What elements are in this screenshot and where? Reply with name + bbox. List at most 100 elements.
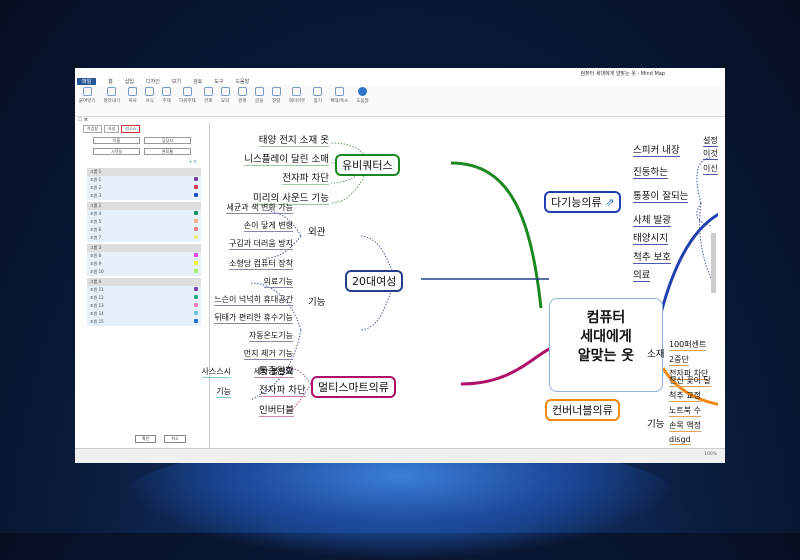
leaf-topic[interactable]: 태양 전지 소재 옷	[258, 132, 329, 147]
topic-ubiquitous[interactable]: 유비쿼터스	[335, 154, 400, 176]
resource-name: 조원 4	[90, 211, 102, 216]
ok-button[interactable]: 확인	[135, 435, 157, 443]
leaf-topic[interactable]: 100퍼센트	[669, 339, 707, 351]
tab-file[interactable]: 파일	[77, 78, 97, 85]
leaf-topic[interactable]: 사스스시	[201, 366, 231, 378]
ribbon-button[interactable]: 확대/축소	[330, 87, 348, 114]
leaf-topic[interactable]: 의료기능	[263, 276, 293, 288]
resource-row[interactable]: 조원 1	[87, 176, 201, 184]
topic-multifunction[interactable]: 다기능의류 ⇗	[544, 191, 622, 213]
ribbon-button[interactable]: 붙여넣기	[79, 87, 96, 114]
leaf-topic[interactable]: 자동온도기능	[248, 330, 293, 342]
leaf-topic[interactable]: 통증완화	[259, 363, 294, 378]
field-owner[interactable]: 담당자	[144, 137, 191, 144]
tab-design[interactable]: 디자인	[146, 78, 160, 85]
leaf-topic[interactable]: 인버터블	[259, 402, 294, 417]
resource-row[interactable]: 조원 10	[87, 268, 201, 276]
leaf-topic[interactable]: 설정	[703, 135, 718, 147]
leaf-topic[interactable]: disgd	[669, 435, 691, 445]
ribbon-button[interactable]: 글꼴	[254, 87, 264, 114]
subtopic-conv-function[interactable]: 기능	[647, 416, 664, 430]
resource-group-header[interactable]: 그룹 1	[87, 168, 201, 176]
mindmap-canvas[interactable]: 유비쿼터스 태양 전지 소재 옷 니스플레이 달린 소매 전자파 차단 미리의 사운드…	[201, 118, 718, 462]
leaf-topic[interactable]: 척추 보호	[633, 249, 671, 264]
leaf-topic[interactable]: 전자파 차단	[259, 382, 306, 397]
ribbon-button[interactable]: 찾기	[313, 87, 323, 114]
ribbon-button[interactable]: 도움말	[356, 87, 369, 114]
subtopic-material[interactable]: 소재	[647, 346, 664, 360]
leaf-topic[interactable]: 소형당 컴퓨터 장착	[229, 258, 293, 270]
resource-row[interactable]: 조원 6	[87, 226, 201, 234]
leaf-topic[interactable]: 태양시지	[633, 230, 668, 245]
resource-row[interactable]: 조원 7	[87, 234, 201, 242]
leaf-topic[interactable]: 세균과 색 변화 가능	[226, 202, 293, 214]
ribbon-button[interactable]: 서식	[145, 87, 155, 114]
resource-row[interactable]: 조원 11	[87, 286, 201, 294]
leaf-topic[interactable]: 기능	[216, 386, 231, 398]
resource-row[interactable]: 조원 5	[87, 218, 201, 226]
resource-row[interactable]: 조원 9	[87, 260, 201, 268]
tab-tools[interactable]: 도구	[214, 78, 223, 85]
leaf-topic[interactable]: 느슨이 넉넉히 휴대공간	[214, 294, 293, 306]
leaf-topic[interactable]: 전신 꽃이 달	[669, 375, 711, 387]
resource-group-header[interactable]: 그룹 3	[87, 244, 201, 252]
resource-row[interactable]: 조원 3	[87, 192, 201, 200]
field-name[interactable]: 이름	[93, 137, 140, 144]
ribbon-button[interactable]: 경계	[237, 87, 247, 114]
ribbon-button[interactable]: 요약	[220, 87, 230, 114]
panel-tab-resource[interactable]: 리소스	[121, 125, 141, 133]
panel-tab-props[interactable]: 속성	[104, 125, 120, 133]
leaf-topic[interactable]: 스피커 내장	[633, 142, 680, 157]
ribbon-button[interactable]: 정렬	[271, 87, 281, 114]
leaf-topic[interactable]: 손이 닿게 변형	[243, 220, 293, 232]
tab-review[interactable]: 검토	[193, 78, 202, 85]
leaf-topic[interactable]: 손목 액정	[669, 420, 701, 432]
leaf-topic[interactable]: 뒤태가 편리한 휴수기능	[214, 312, 293, 324]
topic-women20[interactable]: 20대여성	[345, 270, 404, 292]
subtopic-exterior[interactable]: 외관	[308, 224, 325, 238]
link-icon: ⇗	[605, 196, 615, 209]
ribbon-button[interactable]: 주제	[162, 87, 172, 114]
field-progress[interactable]: 완료율	[144, 148, 191, 155]
tab-insert[interactable]: 삽입	[125, 78, 134, 85]
resource-row[interactable]: 조원 15	[87, 318, 201, 326]
resource-row[interactable]: 조원 12	[87, 294, 201, 302]
leaf-topic[interactable]: 의료	[633, 267, 651, 282]
leaf-topic[interactable]: 2중단	[669, 354, 689, 366]
cancel-button[interactable]: 취소	[164, 435, 186, 443]
leaf-topic[interactable]: 이것	[703, 148, 718, 160]
leaf-topic[interactable]: 통풍이 잘되는	[633, 188, 689, 203]
resource-row[interactable]: 조원 8	[87, 252, 201, 260]
topic-multismart[interactable]: 멀티스마트의류	[311, 376, 396, 398]
tab-view[interactable]: 보기	[172, 78, 181, 85]
field-start[interactable]: 시작일	[93, 148, 140, 155]
resource-row[interactable]: 조원 4	[87, 210, 201, 218]
tab-home[interactable]: 홈	[108, 78, 113, 85]
add-resource-button[interactable]: + ✎	[75, 157, 209, 166]
resource-group-header[interactable]: 그룹 2	[87, 202, 201, 210]
leaf-topic[interactable]: 척추 교정	[669, 390, 701, 402]
resource-row[interactable]: 조원 2	[87, 184, 201, 192]
leaf-topic[interactable]: 노트북 수	[669, 405, 701, 417]
leaf-topic[interactable]: 사체 발광	[633, 212, 671, 227]
resource-group-header[interactable]: 그룹 4	[87, 278, 201, 286]
subtopic-function[interactable]: 기능	[308, 294, 325, 308]
ribbon-button[interactable]: 복사	[128, 87, 138, 114]
resource-row[interactable]: 조원 13	[87, 302, 201, 310]
resource-row[interactable]: 조원 14	[87, 310, 201, 318]
leaf-topic[interactable]: 진동하는	[633, 164, 668, 179]
leaf-topic[interactable]: 전자파 차단	[282, 170, 329, 185]
panel-tab-task[interactable]: 작업창	[83, 125, 103, 133]
leaf-topic[interactable]: 구김과 더러움 방지	[229, 238, 293, 250]
ribbon-button[interactable]: 관계	[203, 87, 213, 114]
tab-help[interactable]: 도움말	[235, 78, 249, 85]
topic-convertible[interactable]: 컨버너블의류	[545, 399, 620, 421]
ribbon-button[interactable]: 하위주제	[179, 87, 196, 114]
leaf-topic[interactable]: 니스플레이 달린 소매	[244, 151, 329, 166]
ribbon-button[interactable]: 레이아웃	[289, 87, 305, 114]
vertical-scrollbar[interactable]	[711, 233, 716, 293]
leaf-topic[interactable]: 먼지 제거 기능	[243, 348, 293, 360]
central-topic[interactable]: 컴퓨터 세대에게 알맞는 옷	[549, 298, 663, 392]
leaf-topic[interactable]: 이신	[703, 163, 718, 175]
ribbon-button[interactable]: 잘라내기	[104, 87, 120, 114]
